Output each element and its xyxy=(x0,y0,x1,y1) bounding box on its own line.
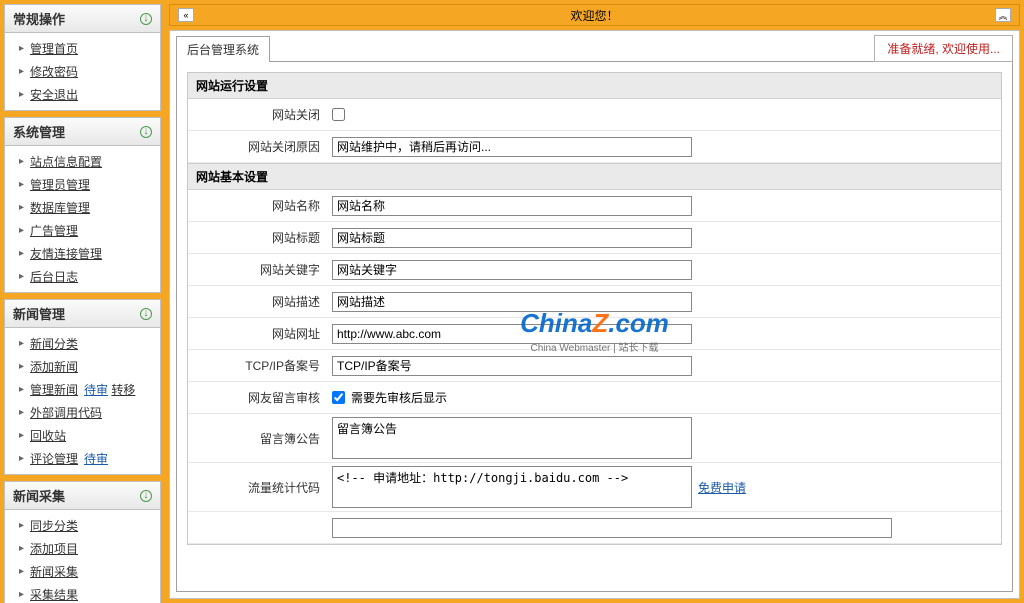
textarea-guestbook-notice[interactable]: 留言簿公告 xyxy=(332,417,692,459)
panel-header[interactable]: 系统管理 ↓ xyxy=(5,118,160,146)
sidebar-item[interactable]: 广告管理 xyxy=(5,219,160,242)
topbar: « 欢迎您！ ︽ xyxy=(169,4,1020,26)
sidebar-item-link[interactable]: 同步分类 xyxy=(30,517,78,534)
sidebar-item-link[interactable]: 广告管理 xyxy=(30,222,78,239)
section-runtime: 网站运行设置 xyxy=(188,73,1001,99)
label-empty xyxy=(188,524,328,532)
label-site-title: 网站标题 xyxy=(188,225,328,250)
sidebar-item-link[interactable]: 管理首页 xyxy=(30,40,78,57)
input-site-keywords[interactable] xyxy=(332,260,692,280)
sidebar-item-link[interactable]: 评论管理 xyxy=(30,450,78,467)
sidebar-item-link[interactable]: 管理员管理 xyxy=(30,176,90,193)
sidebar-item[interactable]: 管理员管理 xyxy=(5,173,160,196)
collapse-icon[interactable]: ↓ xyxy=(140,308,152,320)
sidebar: 常规操作 ↓ 管理首页修改密码安全退出系统管理 ↓ 站点信息配置管理员管理数据库管理广告… xyxy=(0,0,165,603)
panel-title: 新闻管理 xyxy=(13,304,65,323)
sidebar-item-link[interactable]: 外部调用代码 xyxy=(30,404,102,421)
label-guestbook-notice: 留言簿公告 xyxy=(188,426,328,451)
sidebar-item-extra[interactable]: 待审 xyxy=(84,452,108,466)
sidebar-item-link[interactable]: 友情连接管理 xyxy=(30,245,102,262)
status-message: 准备就绪, 欢迎使用... xyxy=(874,35,1013,62)
sidebar-item[interactable]: 站点信息配置 xyxy=(5,150,160,173)
link-stats-apply[interactable]: 免费申请 xyxy=(698,479,746,496)
checkbox-site-closed[interactable] xyxy=(332,108,345,121)
sidebar-item-link[interactable]: 修改密码 xyxy=(30,63,78,80)
sidebar-item[interactable]: 数据库管理 xyxy=(5,196,160,219)
sidebar-item[interactable]: 友情连接管理 xyxy=(5,242,160,265)
sidebar-item-link[interactable]: 回收站 xyxy=(30,427,66,444)
label-site-name: 网站名称 xyxy=(188,193,328,218)
sidebar-item[interactable]: 安全退出 xyxy=(5,83,160,106)
content-area: 准备就绪, 欢迎使用... 后台管理系统 网站运行设置 网站关闭 网站关闭原因 … xyxy=(169,30,1020,599)
label-guestbook-audit: 网友留言审核 xyxy=(188,385,328,410)
sidebar-item[interactable]: 采集结果 xyxy=(5,583,160,603)
sidebar-item[interactable]: 管理新闻待审 转移 xyxy=(5,378,160,401)
settings-form: 网站运行设置 网站关闭 网站关闭原因 网站基本设置 网站名称 xyxy=(176,61,1013,592)
panel-title: 系统管理 xyxy=(13,122,65,141)
sidebar-item[interactable]: 新闻分类 xyxy=(5,332,160,355)
sidebar-item-link[interactable]: 站点信息配置 xyxy=(30,153,102,170)
sidebar-item-link[interactable]: 采集结果 xyxy=(30,586,78,603)
input-closed-reason[interactable] xyxy=(332,137,692,157)
input-site-desc[interactable] xyxy=(332,292,692,312)
sidebar-item-link[interactable]: 添加项目 xyxy=(30,540,78,557)
label-site-keywords: 网站关键字 xyxy=(188,257,328,282)
input-icp[interactable] xyxy=(332,356,692,376)
sidebar-item[interactable]: 新闻采集 xyxy=(5,560,160,583)
sidebar-item-extra[interactable]: 待审 xyxy=(84,383,108,397)
collapse-left-icon[interactable]: « xyxy=(178,8,194,22)
sidebar-item-link[interactable]: 数据库管理 xyxy=(30,199,90,216)
main-area: « 欢迎您！ ︽ 准备就绪, 欢迎使用... 后台管理系统 网站运行设置 网站关… xyxy=(165,0,1024,603)
sidebar-item-link[interactable]: 安全退出 xyxy=(30,86,78,103)
collapse-icon[interactable]: ↓ xyxy=(140,126,152,138)
sidebar-item-link[interactable]: 添加新闻 xyxy=(30,358,78,375)
text-guestbook-audit: 需要先审核后显示 xyxy=(351,389,447,406)
collapse-icon[interactable]: ↓ xyxy=(140,490,152,502)
label-site-desc: 网站描述 xyxy=(188,289,328,314)
input-site-url[interactable] xyxy=(332,324,692,344)
panel-header[interactable]: 常规操作 ↓ xyxy=(5,5,160,33)
sidebar-item-link[interactable]: 新闻分类 xyxy=(30,335,78,352)
textarea-extra[interactable] xyxy=(332,518,892,538)
sidebar-item[interactable]: 回收站 xyxy=(5,424,160,447)
collapse-icon[interactable]: ↓ xyxy=(140,13,152,25)
sidebar-item[interactable]: 后台日志 xyxy=(5,265,160,288)
tab-system[interactable]: 后台管理系统 xyxy=(176,36,270,62)
input-site-name[interactable] xyxy=(332,196,692,216)
panel-header[interactable]: 新闻采集 ↓ xyxy=(5,482,160,510)
sidebar-item-link[interactable]: 管理新闻 xyxy=(30,381,78,398)
sidebar-item[interactable]: 添加项目 xyxy=(5,537,160,560)
sidebar-item[interactable]: 添加新闻 xyxy=(5,355,160,378)
label-icp: TCP/IP备案号 xyxy=(188,353,328,378)
sidebar-item[interactable]: 同步分类 xyxy=(5,514,160,537)
sidebar-item-link[interactable]: 新闻采集 xyxy=(30,563,78,580)
section-basic: 网站基本设置 xyxy=(188,163,1001,190)
sidebar-item[interactable]: 外部调用代码 xyxy=(5,401,160,424)
panel-header[interactable]: 新闻管理 ↓ xyxy=(5,300,160,328)
input-site-title[interactable] xyxy=(332,228,692,248)
label-closed-reason: 网站关闭原因 xyxy=(188,134,328,159)
sidebar-item[interactable]: 评论管理待审 xyxy=(5,447,160,470)
panel-title: 常规操作 xyxy=(13,9,65,28)
welcome-text: 欢迎您！ xyxy=(570,7,618,24)
checkbox-guestbook-audit[interactable] xyxy=(332,391,345,404)
sidebar-item-link[interactable]: 后台日志 xyxy=(30,268,78,285)
sidebar-item-extra[interactable]: 转移 xyxy=(111,383,135,397)
sidebar-item[interactable]: 修改密码 xyxy=(5,60,160,83)
sidebar-item[interactable]: 管理首页 xyxy=(5,37,160,60)
panel-title: 新闻采集 xyxy=(13,486,65,505)
textarea-stats-code[interactable]: <!-- 申请地址：http://tongji.baidu.com --> xyxy=(332,466,692,508)
label-site-closed: 网站关闭 xyxy=(188,102,328,127)
label-site-url: 网站网址 xyxy=(188,321,328,346)
label-stats-code: 流量统计代码 xyxy=(188,475,328,500)
collapse-up-icon[interactable]: ︽ xyxy=(995,8,1011,22)
